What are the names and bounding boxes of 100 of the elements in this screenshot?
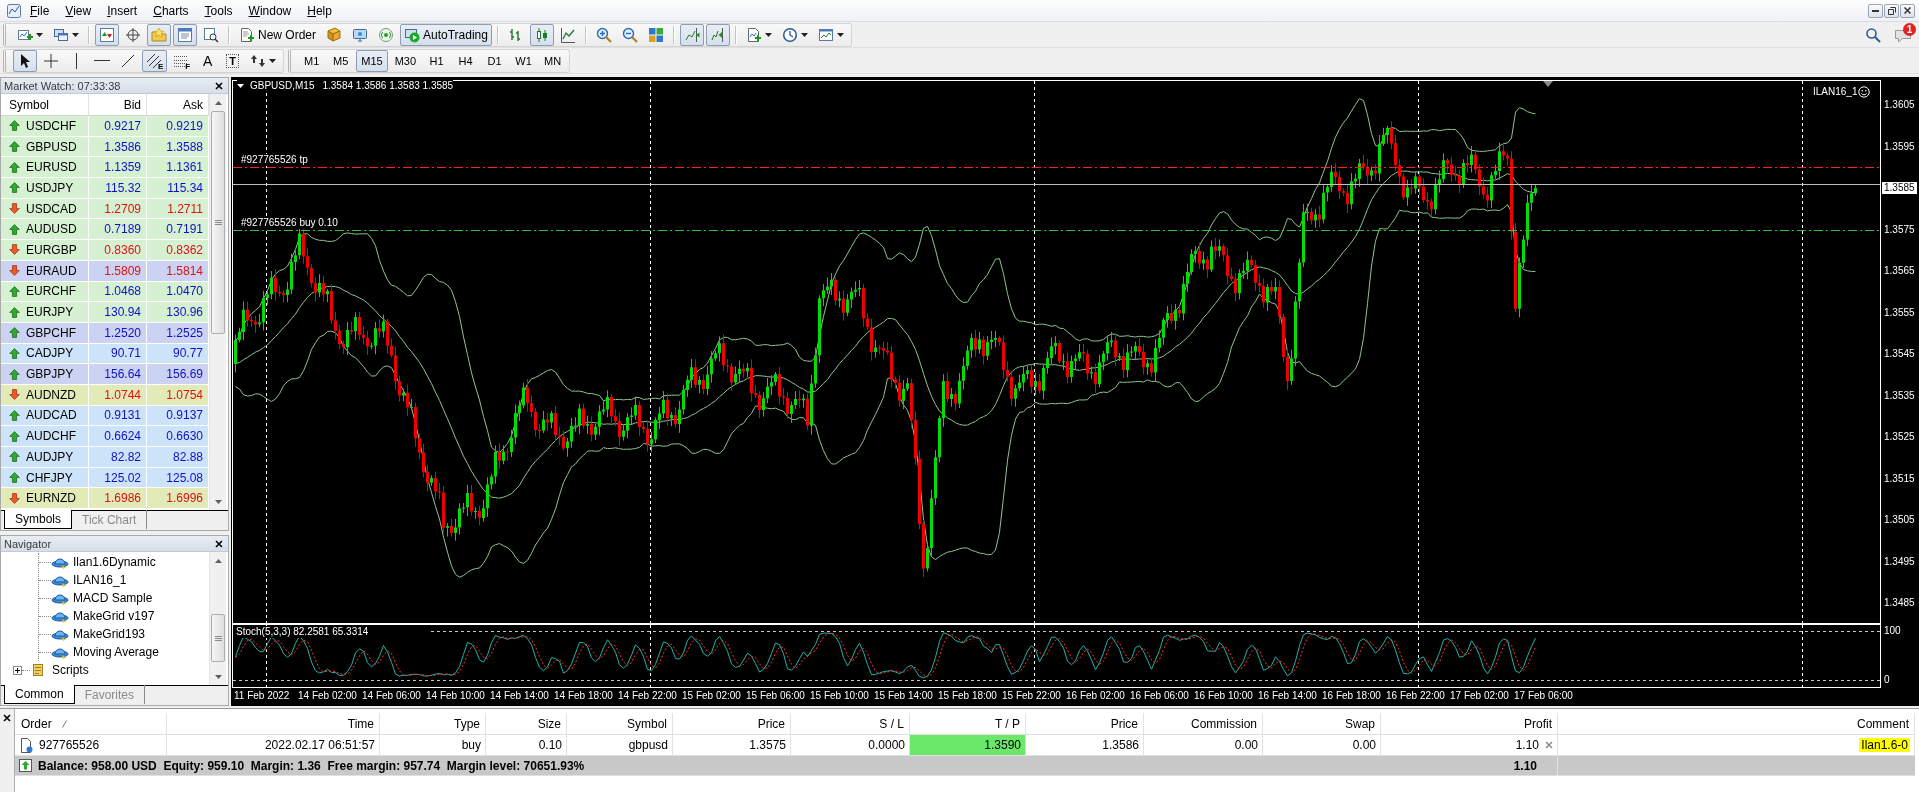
navigator-item[interactable]: MakeGrid193: [73, 627, 146, 641]
time-axis-label: 14 Feb 10:00: [426, 690, 485, 702]
scrollbar-thumb[interactable]: [211, 111, 225, 334]
price-axis-label: 1.3555: [1884, 307, 1915, 319]
column-header[interactable]: Order: [15, 713, 167, 734]
quote-row[interactable]: AUDCAD 0.9131 0.9137: [1, 405, 209, 427]
timeframe-button[interactable]: H1: [423, 49, 451, 72]
menu-item[interactable]: Window: [240, 1, 300, 20]
close-icon[interactable]: [3, 714, 11, 722]
column-header[interactable]: Commission: [1144, 713, 1263, 734]
quote-row[interactable]: USDCAD 1.2709 1.2711: [1, 198, 209, 220]
plus-box-icon[interactable]: [13, 665, 22, 675]
close-button[interactable]: [1900, 3, 1915, 18]
price-axis-label: 1.3495: [1884, 556, 1915, 568]
navigator-item[interactable]: ILAN16_1: [73, 573, 127, 587]
quote-row[interactable]: GBPCHF 1.2520 1.2525: [1, 322, 209, 344]
column-header[interactable]: Swap: [1263, 713, 1381, 734]
quote-row[interactable]: CADJPY 90.71 90.77: [1, 343, 209, 365]
new-order-button[interactable]: New Order: [235, 23, 320, 46]
panel-tab[interactable]: Symbols: [4, 510, 72, 529]
column-header[interactable]: Size: [486, 713, 567, 734]
menu-item[interactable]: Tools: [196, 1, 241, 20]
timeframe-button[interactable]: H4: [452, 49, 480, 72]
timeframe-button[interactable]: W1: [510, 49, 538, 72]
bid-price: 115.32: [89, 178, 147, 198]
timeframe-button[interactable]: D1: [481, 49, 509, 72]
panel-tab[interactable]: Common: [4, 685, 75, 704]
menu-item[interactable]: Charts: [145, 1, 197, 20]
quote-row[interactable]: AUDCHF 0.6624 0.6630: [1, 426, 209, 447]
account-summary-text: Balance: 958.00 USD Equity: 959.10 Margin: 1.36 Free margin: 957.74 Margin level: 70651.93%: [38, 758, 585, 773]
column-header[interactable]: Symbol: [567, 713, 673, 734]
caret-up-icon: [214, 558, 222, 563]
timeframe-button[interactable]: M1: [298, 49, 326, 72]
time-axis-label: 15 Feb 10:00: [810, 690, 869, 702]
channel-tool-button[interactable]: E: [142, 49, 168, 72]
timeframe-button[interactable]: M5: [327, 49, 355, 72]
grip-icon: [214, 220, 222, 225]
column-header[interactable]: Price: [673, 713, 791, 734]
quote-row[interactable]: EURNZD 1.6986 1.6996: [1, 488, 209, 510]
column-header[interactable]: Type: [380, 713, 486, 734]
table-cell: 0.00: [1263, 735, 1381, 755]
quote-row[interactable]: GBPUSD 1.3586 1.3588: [1, 136, 209, 158]
column-header[interactable]: T / P: [910, 713, 1026, 734]
column-header[interactable]: Price: [1026, 713, 1144, 734]
navigator-item[interactable]: Ilan1.6Dynamic: [73, 555, 156, 569]
text-tool-button[interactable]: A: [196, 49, 220, 72]
price-axis-label: 1.3595: [1884, 141, 1915, 153]
timeframe-button[interactable]: M30: [389, 49, 422, 72]
quote-row[interactable]: AUDJPY 82.82 82.88: [1, 447, 209, 468]
menu-item[interactable]: Insert: [99, 1, 146, 20]
time-axis-label: 15 Feb 02:00: [682, 690, 741, 702]
scrollbar-thumb[interactable]: [211, 614, 225, 662]
column-header[interactable]: S / L: [791, 713, 910, 734]
page-plus-icon: [745, 26, 762, 43]
quote-row[interactable]: USDCHF 0.9217 0.9219: [1, 116, 209, 137]
restore-button[interactable]: [1884, 3, 1899, 18]
timeframe-button[interactable]: M15: [356, 49, 388, 72]
bid-price: 0.7189: [89, 219, 147, 240]
triangle-down-icon[interactable]: [237, 84, 244, 88]
autotrading-button[interactable]: AutoTrading: [400, 23, 492, 46]
timeframe-button[interactable]: MN: [539, 49, 567, 72]
menu-item[interactable]: File: [22, 1, 58, 20]
navigator-item[interactable]: Scripts: [52, 663, 89, 677]
quote-row[interactable]: AUDUSD 0.7189 0.7191: [1, 219, 209, 241]
quote-row[interactable]: EURUSD 1.1359 1.1361: [1, 157, 209, 179]
scrollbar[interactable]: [209, 94, 226, 510]
navigator-item[interactable]: MakeGrid v197: [73, 609, 155, 623]
quote-row[interactable]: USDJPY 115.32 115.34: [1, 178, 209, 199]
navigator-item[interactable]: MACD Sample: [73, 591, 153, 605]
symbol-name: EURNZD: [26, 491, 76, 506]
table-cell: 1.3586: [1026, 735, 1144, 755]
quote-row[interactable]: CHFJPY 125.02 125.08: [1, 467, 209, 489]
navigator-item[interactable]: Moving Average: [73, 645, 159, 659]
symbol-name: EURJPY: [26, 305, 74, 320]
template-icon: [817, 26, 834, 43]
time-axis-label: 17 Feb 06:00: [1514, 690, 1573, 702]
quote-row[interactable]: EURAUD 1.5809 1.5814: [1, 260, 209, 282]
text-label-tool-button[interactable]: T: [221, 49, 245, 72]
notifications-button[interactable]: 1: [1890, 23, 1916, 46]
quote-row[interactable]: AUDNZD 1.0744 1.0754: [1, 384, 209, 406]
menu-item[interactable]: Help: [299, 1, 340, 20]
column-header[interactable]: Comment: [1558, 713, 1915, 734]
arrow-box-icon: [19, 759, 32, 772]
column-header[interactable]: Profit: [1381, 713, 1558, 734]
table-cell: 2022.02.17 06:51:57: [167, 735, 380, 755]
column-header[interactable]: Symbol: [1, 94, 89, 115]
close-icon[interactable]: [215, 539, 223, 548]
scrollbar[interactable]: [209, 552, 226, 685]
quote-row[interactable]: EURJPY 130.94 130.96: [1, 302, 209, 323]
quote-row[interactable]: GBPJPY 156.64 156.69: [1, 364, 209, 385]
column-header[interactable]: Bid: [89, 94, 147, 115]
expert-name: ILAN16_1: [1813, 86, 1858, 98]
symbol-name: EURGBP: [26, 242, 77, 257]
fibonacci-tool-button[interactable]: F: [169, 49, 195, 72]
menu-item[interactable]: View: [57, 1, 100, 20]
minimize-button[interactable]: [1868, 3, 1883, 18]
close-icon[interactable]: [215, 81, 223, 90]
quote-row[interactable]: EURCHF 1.0468 1.0470: [1, 281, 209, 303]
quote-row[interactable]: EURGBP 0.8360 0.8362: [1, 240, 209, 261]
column-header[interactable]: Time: [167, 713, 380, 734]
